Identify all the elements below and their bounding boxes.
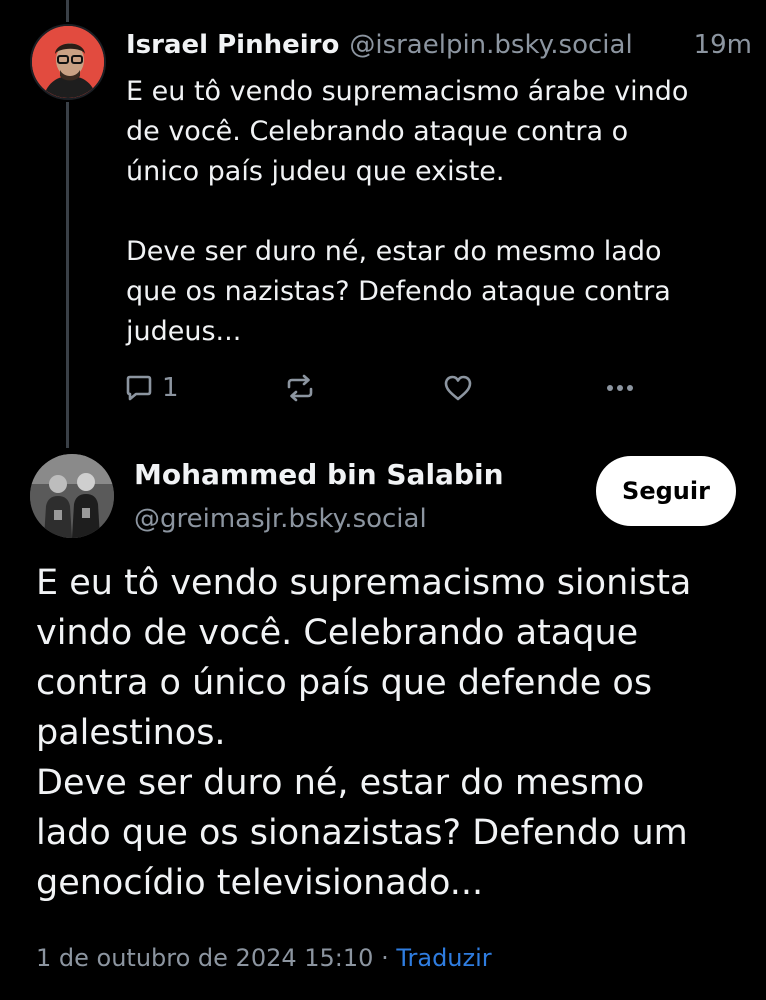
post-timestamp: 1 de outubro de 2024 15:10: [36, 944, 374, 972]
reply-icon: [126, 375, 152, 401]
thread-line: [66, 102, 69, 448]
follow-button[interactable]: Seguir: [596, 456, 736, 526]
translate-link[interactable]: Traduzir: [396, 944, 491, 972]
parent-author-name[interactable]: Israel Pinheiro: [126, 30, 339, 60]
main-author-name[interactable]: Mohammed bin Salabin: [134, 458, 504, 491]
avatar-photo-icon: [30, 454, 114, 538]
repost-button[interactable]: [284, 368, 316, 408]
thread-line-top: [66, 0, 69, 22]
parent-avatar[interactable]: [30, 24, 106, 100]
avatar-person-icon: [32, 26, 104, 98]
more-options-button[interactable]: [604, 368, 636, 408]
more-icon: [607, 385, 633, 391]
repost-icon: [287, 374, 313, 402]
like-icon: [444, 375, 472, 401]
post-footer: 1 de outubro de 2024 15:10 · Traduzir: [36, 944, 492, 972]
thread-view: Israel Pinheiro @israelpin.bsky.social 1…: [0, 0, 766, 1000]
main-avatar[interactable]: [30, 454, 114, 538]
parent-post-text: E eu tô vendo supremacismo árabe vindo d…: [126, 76, 689, 347]
parent-author-handle[interactable]: @israelpin.bsky.social: [349, 30, 632, 60]
parent-post-actions: 1: [124, 368, 644, 408]
reply-button[interactable]: 1: [124, 368, 179, 408]
main-author-handle[interactable]: @greimasjr.bsky.social: [134, 504, 427, 534]
reply-count: 1: [162, 373, 179, 403]
main-post-text: E eu tô vendo supremacismo sionista vind…: [36, 563, 692, 903]
footer-separator: ·: [381, 944, 389, 972]
like-button[interactable]: [442, 368, 474, 408]
parent-post-header: Israel Pinheiro @israelpin.bsky.social 1…: [126, 30, 752, 66]
parent-post-time[interactable]: 19m: [694, 30, 752, 60]
